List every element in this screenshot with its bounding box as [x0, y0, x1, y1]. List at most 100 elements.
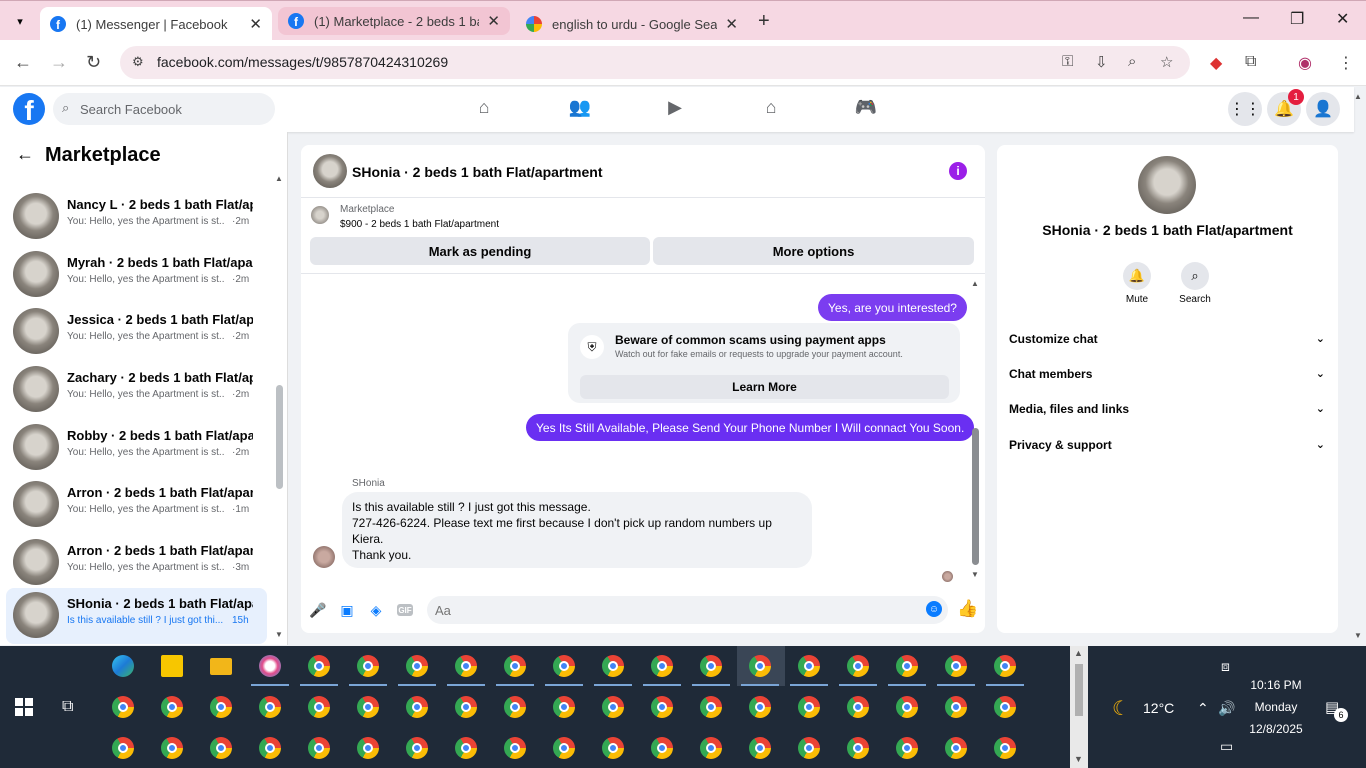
- chrome-icon[interactable]: [994, 696, 1016, 718]
- profile-avatar[interactable]: [1138, 156, 1196, 214]
- back-arrow-icon[interactable]: ←: [16, 144, 34, 165]
- scroll-up-arrow-icon[interactable]: ▲: [971, 279, 979, 288]
- conversation-item[interactable]: Nancy L · 2 beds 1 bath Flat/apa... You:…: [6, 189, 267, 245]
- learn-more-button[interactable]: Learn More: [580, 375, 949, 399]
- sticky-notes-icon[interactable]: [161, 655, 183, 677]
- chrome-icon[interactable]: [308, 655, 330, 677]
- message-input[interactable]: [427, 596, 948, 624]
- chrome-icon[interactable]: [406, 696, 428, 718]
- chrome-icon[interactable]: [357, 737, 379, 759]
- file-explorer-icon[interactable]: [210, 658, 232, 675]
- chrome-icon[interactable]: [749, 737, 771, 759]
- chat-avatar[interactable]: [313, 154, 347, 188]
- scroll-down-arrow-icon[interactable]: ▼: [275, 630, 283, 639]
- conversation-item[interactable]: Robby · 2 beds 1 bath Flat/apart... You:…: [6, 420, 267, 476]
- info-icon[interactable]: i: [949, 162, 967, 180]
- chrome-icon[interactable]: [161, 737, 183, 759]
- extension-shield-icon[interactable]: ◆: [1210, 53, 1222, 73]
- minimize-button[interactable]: —: [1243, 9, 1259, 27]
- outgoing-message[interactable]: Yes Its Still Available, Please Send You…: [526, 414, 975, 441]
- chrome-icon[interactable]: [161, 696, 183, 718]
- chrome-icon[interactable]: [504, 655, 526, 677]
- chrome-icon[interactable]: [553, 696, 575, 718]
- friends-icon[interactable]: 👥: [566, 97, 594, 121]
- privacy-support-section[interactable]: Privacy & support ⌄: [1009, 438, 1325, 452]
- chrome-icon[interactable]: [357, 696, 379, 718]
- listing-price[interactable]: $900 - 2 beds 1 bath Flat/apartment: [340, 219, 499, 230]
- windows-start-icon[interactable]: [15, 698, 33, 716]
- edge-icon[interactable]: [112, 655, 134, 677]
- chrome-icon[interactable]: [553, 655, 575, 677]
- page-scroll-down-icon[interactable]: ▼: [1354, 631, 1362, 640]
- tab-marketplace[interactable]: f (1) Marketplace - 2 beds 1 bath ✕: [278, 7, 510, 35]
- tab-search-menu[interactable]: ▾: [8, 9, 32, 33]
- profile-icon[interactable]: ◉: [1298, 53, 1312, 73]
- chrome-icon[interactable]: [749, 655, 771, 677]
- close-tab-icon[interactable]: ✕: [241, 15, 262, 33]
- outgoing-message[interactable]: Yes, are you interested?: [818, 294, 967, 321]
- chrome-icon[interactable]: [896, 655, 918, 677]
- close-window-button[interactable]: ✕: [1336, 9, 1349, 29]
- back-icon[interactable]: ←: [14, 52, 32, 73]
- close-tab-icon[interactable]: ✕: [717, 15, 738, 33]
- chrome-icon[interactable]: [798, 696, 820, 718]
- chrome-icon[interactable]: [112, 696, 134, 718]
- address-bar[interactable]: ⚙ facebook.com/messages/t/98578704243102…: [120, 46, 1190, 79]
- chrome-icon[interactable]: [259, 696, 281, 718]
- chrome-icon[interactable]: [308, 737, 330, 759]
- restore-button[interactable]: ❐: [1290, 9, 1304, 29]
- install-app-icon[interactable]: ⇩: [1095, 53, 1108, 71]
- tab-google-search[interactable]: english to urdu - Google Search ✕: [516, 7, 748, 41]
- chrome-menu-icon[interactable]: ⋮: [1338, 53, 1354, 73]
- chrome-icon[interactable]: [798, 655, 820, 677]
- password-key-icon[interactable]: ⚿: [1062, 53, 1073, 70]
- chrome-icon[interactable]: [651, 696, 673, 718]
- zoom-icon[interactable]: ⌕: [1128, 53, 1136, 70]
- video-icon[interactable]: ▶: [661, 97, 689, 121]
- chrome-icon[interactable]: [798, 737, 820, 759]
- chrome-icon[interactable]: [994, 655, 1016, 677]
- chrome-icon[interactable]: [406, 655, 428, 677]
- chrome-icon[interactable]: [259, 737, 281, 759]
- url-text[interactable]: facebook.com/messages/t/9857870424310269: [157, 54, 448, 70]
- conversation-item-active[interactable]: SHonia · 2 beds 1 bath Flat/apar... Is t…: [6, 588, 267, 644]
- home-icon[interactable]: ⌂: [470, 97, 498, 121]
- customize-chat-section[interactable]: Customize chat ⌄: [1009, 332, 1325, 346]
- sender-avatar[interactable]: [313, 546, 335, 568]
- sidebar-scrollbar[interactable]: [276, 385, 283, 489]
- chrome-icon[interactable]: [504, 696, 526, 718]
- chrome-icon[interactable]: [210, 737, 232, 759]
- chat-members-section[interactable]: Chat members ⌄: [1009, 367, 1325, 381]
- clock-day[interactable]: Monday: [1240, 700, 1312, 714]
- forward-icon[interactable]: →: [50, 52, 68, 73]
- extensions-puzzle-icon[interactable]: ⧉: [1245, 53, 1256, 71]
- tab-messenger[interactable]: f (1) Messenger | Facebook ✕: [40, 7, 272, 41]
- chrome-icon[interactable]: [455, 737, 477, 759]
- chrome-icon[interactable]: [847, 737, 869, 759]
- chrome-icon[interactable]: [945, 655, 967, 677]
- conversation-item[interactable]: Arron · 2 beds 1 bath Flat/apart... You:…: [6, 535, 267, 591]
- chrome-icon[interactable]: [651, 737, 673, 759]
- conversation-item[interactable]: Myrah · 2 beds 1 bath Flat/apart... You:…: [6, 247, 267, 303]
- task-view-icon[interactable]: ⧉: [62, 698, 73, 716]
- chrome-icon[interactable]: [308, 696, 330, 718]
- chrome-icon[interactable]: [651, 655, 673, 677]
- conversation-item[interactable]: Jessica · 2 beds 1 bath Flat/apar... You…: [6, 304, 267, 360]
- chrome-icon[interactable]: [553, 737, 575, 759]
- more-options-button[interactable]: More options: [653, 237, 974, 265]
- photo-icon[interactable]: ▣: [338, 602, 356, 619]
- close-tab-icon[interactable]: ✕: [479, 12, 500, 30]
- facebook-search-box[interactable]: ⌕ Search Facebook: [53, 93, 275, 125]
- reload-icon[interactable]: ↻: [86, 52, 101, 73]
- menu-grid-icon[interactable]: ⋮⋮: [1228, 92, 1262, 126]
- new-tab-button[interactable]: +: [758, 10, 770, 33]
- marketplace-icon[interactable]: ⌂: [757, 97, 785, 121]
- chrome-icon[interactable]: [504, 737, 526, 759]
- paint-icon[interactable]: [259, 655, 281, 677]
- chrome-icon[interactable]: [749, 696, 771, 718]
- chevron-up-icon[interactable]: ⌃: [1197, 700, 1209, 717]
- sticker-icon[interactable]: ◈: [367, 602, 385, 619]
- clock-date[interactable]: 12/8/2025: [1240, 722, 1312, 736]
- emoji-icon[interactable]: ☺: [926, 601, 942, 617]
- chrome-icon[interactable]: [406, 737, 428, 759]
